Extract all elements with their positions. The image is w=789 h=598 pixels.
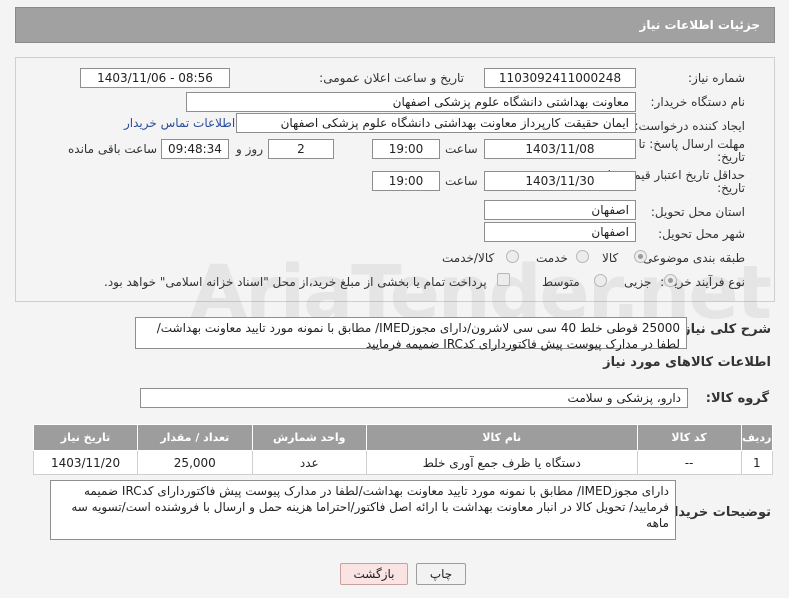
description-textarea: 25000 قوطی خلط 40 سی سی لاشرون/دارای مجو… bbox=[135, 317, 687, 351]
days-label: روز و bbox=[236, 142, 263, 156]
category-label: طبقه بندی موضوعی: bbox=[638, 251, 745, 265]
days-remaining-field: 2 bbox=[268, 139, 334, 159]
col-item-name: نام کالا bbox=[365, 424, 638, 451]
category-goods-label: کالا bbox=[602, 251, 619, 265]
send-deadline-date-label: تاریخ: bbox=[717, 150, 745, 164]
process-small-radio[interactable] bbox=[664, 274, 677, 287]
category-goods-service-label: کالا/خدمت bbox=[442, 251, 495, 265]
send-deadline-date-field: 1403/11/08 bbox=[484, 139, 636, 159]
send-deadline-hour-label: ساعت bbox=[445, 142, 478, 156]
announce-date-field: 1403/11/06 - 08:56 bbox=[80, 68, 230, 88]
col-row-number: ردیف bbox=[740, 424, 774, 451]
buyer-org-label: نام دستگاه خریدار: bbox=[650, 95, 746, 109]
goods-info-title: اطلاعات کالاهای مورد نیاز bbox=[603, 355, 771, 370]
province-label: استان محل تحویل: bbox=[650, 205, 745, 219]
category-goods-service-radio[interactable] bbox=[506, 250, 519, 263]
send-deadline-label: مهلت ارسال پاسخ: تا bbox=[638, 137, 745, 151]
price-validity-time-field: 19:00 bbox=[372, 171, 440, 191]
page-title: جزئیات اطلاعات نیاز bbox=[639, 18, 760, 32]
buyer-notes-label: توضیحات خریدار: bbox=[661, 505, 771, 520]
cell-need-date: 1403/11/20 bbox=[32, 450, 139, 475]
table-row: 1 -- دستگاه یا ظرف جمع آوری خلط عدد 25,0… bbox=[32, 450, 774, 475]
province-field: اصفهان bbox=[484, 200, 636, 220]
buyer-org-field: معاونت بهداشتی دانشگاه علوم پزشکی اصفهان bbox=[186, 92, 636, 112]
process-small-label: جزیی bbox=[624, 275, 652, 289]
time-remaining-field: 09:48:34 bbox=[161, 139, 229, 159]
requester-label: ایجاد کننده درخواست: bbox=[634, 119, 745, 133]
page-header: جزئیات اطلاعات نیاز bbox=[15, 7, 775, 43]
cell-unit: عدد bbox=[251, 450, 367, 475]
category-service-radio[interactable] bbox=[576, 250, 589, 263]
city-label: شهر محل تحویل: bbox=[658, 227, 745, 241]
islamic-treasury-checkbox[interactable] bbox=[497, 273, 510, 286]
need-number-label: شماره نیاز: bbox=[688, 71, 745, 85]
col-unit: واحد شمارش bbox=[251, 424, 367, 451]
requester-field: ایمان حقیقت کارپرداز معاونت بهداشتی دانش… bbox=[236, 113, 636, 133]
cell-row-number: 1 bbox=[740, 450, 774, 475]
need-number-field: 1103092411000248 bbox=[484, 68, 636, 88]
goods-group-label: گروه کالا: bbox=[705, 391, 769, 406]
process-medium-label: متوسط bbox=[542, 275, 580, 289]
col-quantity: تعداد / مقدار bbox=[137, 424, 253, 451]
cell-item-code: -- bbox=[636, 450, 742, 475]
cell-quantity: 25,000 bbox=[137, 450, 253, 475]
price-validity-hour-label: ساعت bbox=[445, 174, 478, 188]
buyer-contact-link[interactable]: اطلاعات تماس خریدار bbox=[124, 116, 235, 130]
col-item-code: کد کالا bbox=[636, 424, 742, 451]
goods-table: ردیف کد کالا نام کالا واحد شمارش تعداد /… bbox=[32, 424, 774, 475]
category-goods-radio[interactable] bbox=[634, 250, 647, 263]
price-validity-date-label: تاریخ: bbox=[717, 181, 745, 195]
buyer-notes-textarea: دارای مجوزIMED/ مطابق با نمونه مورد تایی… bbox=[50, 480, 676, 540]
send-deadline-time-field: 19:00 bbox=[372, 139, 440, 159]
price-validity-date-field: 1403/11/30 bbox=[484, 171, 636, 191]
process-medium-radio[interactable] bbox=[594, 274, 607, 287]
islamic-treasury-note: پرداخت تمام یا بخشی از مبلغ خرید،از محل … bbox=[104, 275, 487, 289]
col-need-date: تاریخ نیاز bbox=[32, 424, 139, 451]
table-header-row: ردیف کد کالا نام کالا واحد شمارش تعداد /… bbox=[32, 424, 774, 451]
city-field: اصفهان bbox=[484, 222, 636, 242]
announce-date-label: تاریخ و ساعت اعلان عمومی: bbox=[319, 71, 464, 85]
goods-group-field: دارو، پزشکی و سلامت bbox=[140, 388, 688, 408]
category-service-label: خدمت bbox=[536, 251, 568, 265]
cell-item-name: دستگاه یا ظرف جمع آوری خلط bbox=[365, 450, 638, 475]
back-button[interactable]: بازگشت bbox=[340, 563, 408, 585]
print-button[interactable]: چاپ bbox=[416, 563, 466, 585]
description-label: شرح کلی نیاز: bbox=[677, 322, 771, 337]
time-remaining-label: ساعت باقی مانده bbox=[68, 142, 158, 156]
